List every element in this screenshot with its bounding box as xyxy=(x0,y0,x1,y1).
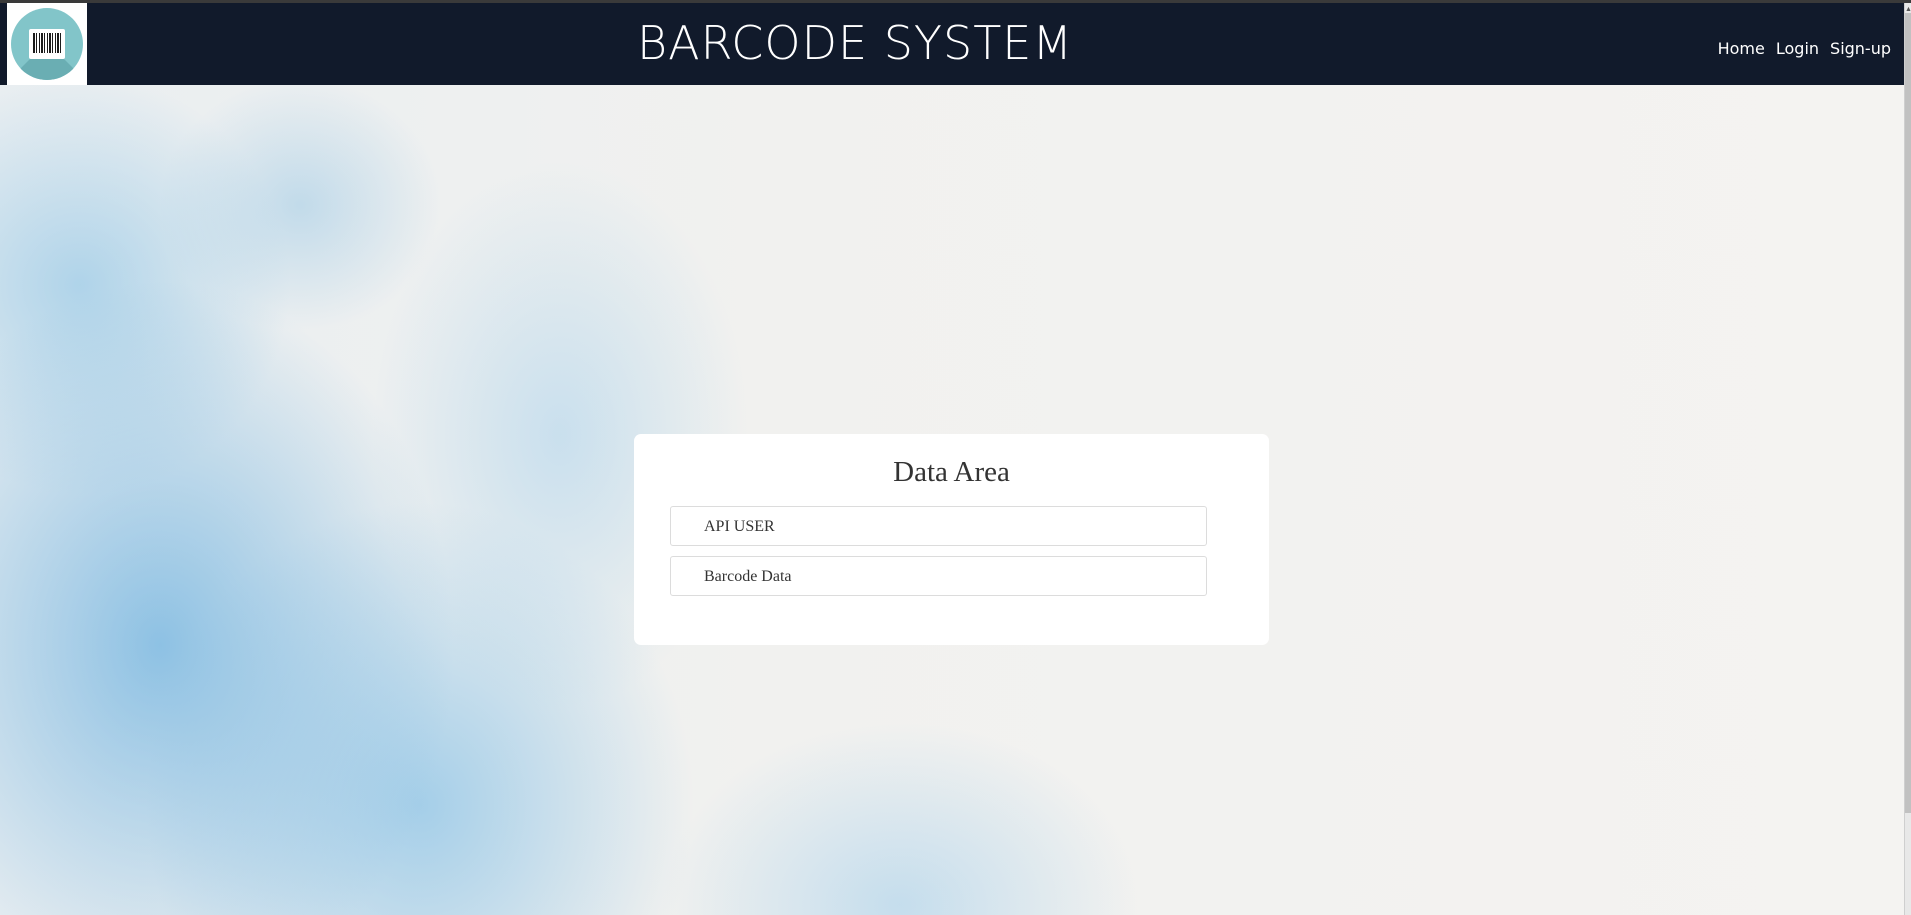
card-title: Data Area xyxy=(893,456,1010,488)
nav-links: Home Login Sign-up xyxy=(1718,39,1891,59)
list-item-api-user[interactable]: API USER xyxy=(670,506,1207,546)
site-logo[interactable] xyxy=(7,3,87,85)
nav-home-link[interactable]: Home xyxy=(1718,39,1765,59)
list-item-label: Barcode Data xyxy=(704,568,792,585)
list-item-barcode-data[interactable]: Barcode Data xyxy=(670,556,1207,596)
nav-login-link[interactable]: Login xyxy=(1776,39,1819,59)
scrollbar-thumb[interactable] xyxy=(1905,13,1911,813)
nav-signup-link[interactable]: Sign-up xyxy=(1830,39,1891,59)
vertical-scrollbar[interactable]: ▲ xyxy=(1904,3,1911,915)
site-title: BARCODE SYSTEM xyxy=(637,16,1074,70)
top-navbar: BARCODE SYSTEM Home Login Sign-up xyxy=(0,3,1905,85)
data-area-card: Data Area API USER Barcode Data xyxy=(634,434,1269,645)
barcode-icon xyxy=(11,8,83,80)
list-item-label: API USER xyxy=(704,518,775,535)
